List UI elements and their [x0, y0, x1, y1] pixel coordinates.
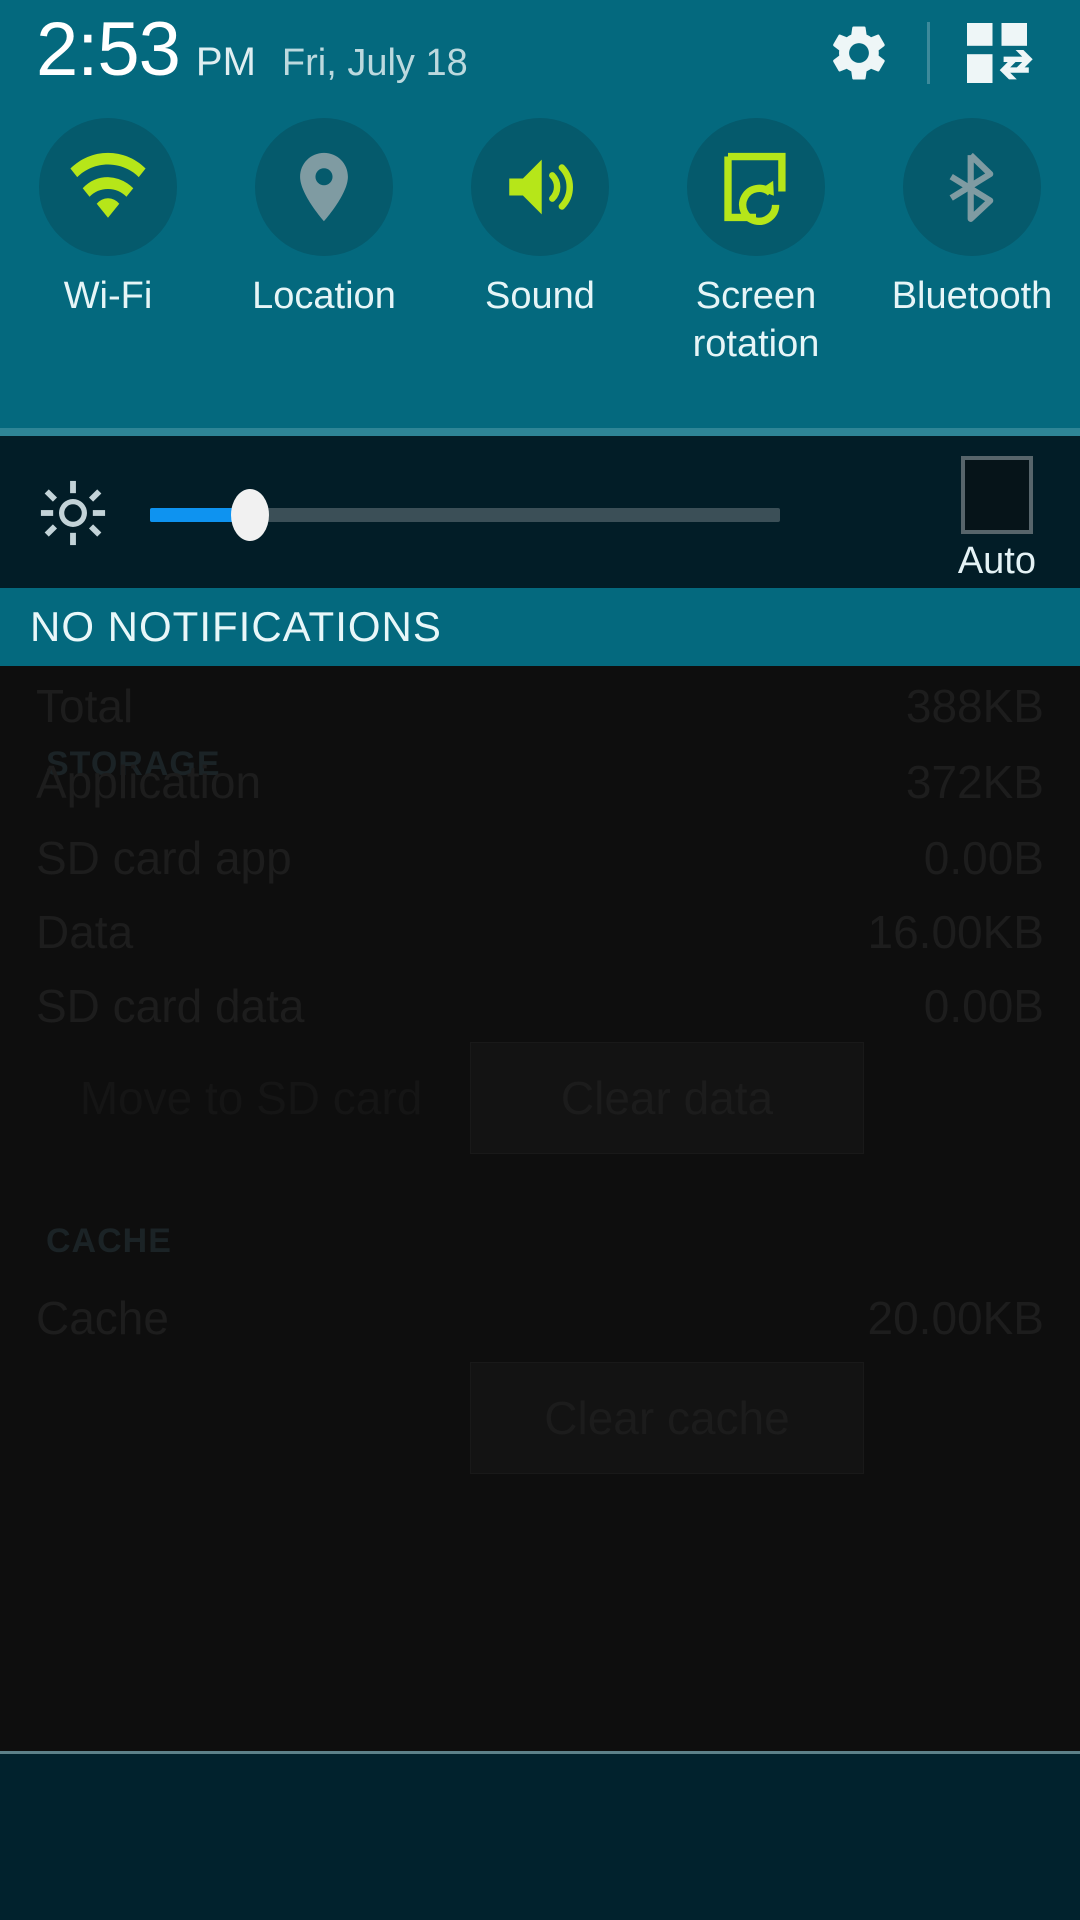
quick-settings-grid-icon: [967, 23, 1033, 83]
status-bar-separator: [927, 22, 930, 84]
clock: 2:53 PM Fri, July 18: [36, 8, 468, 105]
row-value: 20.00KB: [867, 1292, 1044, 1344]
toggle-circle: [255, 118, 393, 256]
wifi-icon: [70, 152, 146, 218]
footer-area: [0, 1754, 1080, 1920]
toggle-label: Bluetooth: [891, 275, 1053, 317]
row-value: 388KB: [905, 680, 1044, 732]
toggle-circle: [39, 118, 177, 256]
clock-date: Fri, July 18: [281, 42, 468, 84]
quick-toggle-sound[interactable]: Sound: [432, 118, 648, 398]
status-bar: 2:53 PM Fri, July 18: [0, 0, 1080, 108]
quick-toggle-wifi[interactable]: Wi-Fi: [0, 118, 216, 398]
row-key: Total: [36, 680, 134, 732]
row-key: Cache: [36, 1292, 169, 1344]
toggle-label: Screen rotation: [693, 272, 820, 368]
status-bar-actions: [815, 14, 1046, 92]
toggle-label: Location: [252, 275, 396, 317]
brightness-panel: Auto: [0, 436, 1080, 588]
clear-data-button[interactable]: Clear data: [470, 1042, 864, 1154]
edit-quick-settings-button[interactable]: [954, 14, 1046, 92]
row-key: SD card app: [36, 832, 292, 884]
auto-brightness-control[interactable]: Auto: [958, 456, 1036, 583]
clear-cache-button[interactable]: Clear cache: [470, 1362, 864, 1474]
toggle-label-line2: rotation: [692, 323, 820, 365]
gear-icon: [833, 26, 885, 80]
quick-toggle-location[interactable]: Location: [216, 118, 432, 398]
row-value: 16.00KB: [867, 906, 1044, 958]
cache-section-header: CACHE: [46, 1222, 172, 1260]
no-notifications-label: NO NOTIFICATIONS: [30, 603, 442, 650]
row-value: 0.00B: [923, 832, 1044, 884]
toggle-circle: [903, 118, 1041, 256]
clock-ampm: PM: [195, 40, 256, 84]
row-key: SD card data: [36, 980, 305, 1032]
bluetooth-icon: [949, 152, 994, 222]
table-row[interactable]: SD card data 0.00B: [0, 960, 1080, 1052]
quick-toggle-bluetooth[interactable]: Bluetooth: [864, 118, 1080, 398]
panel-separator: [0, 428, 1080, 436]
quick-toggle-row: Wi-Fi Location Sound Screen rotation Blu…: [0, 118, 1080, 398]
clock-time: 2:53: [36, 7, 181, 92]
toggle-label: Wi-Fi: [63, 275, 153, 317]
quick-toggle-screen-rotation[interactable]: Screen rotation: [648, 118, 864, 398]
table-row[interactable]: Cache 20.00KB: [0, 1272, 1080, 1364]
row-key: Data: [36, 906, 134, 958]
notifications-header: NO NOTIFICATIONS: [0, 588, 1080, 666]
row-value: 372KB: [905, 756, 1044, 808]
sound-speaker-icon: [509, 159, 573, 215]
brightness-slider[interactable]: [150, 489, 780, 541]
auto-brightness-label: Auto: [957, 540, 1036, 582]
settings-button[interactable]: [815, 14, 903, 92]
brightness-gear-icon[interactable]: [38, 478, 108, 548]
android-notification-shade: STORAGE Total 388KB Application 372KB SD…: [0, 0, 1080, 1920]
auto-brightness-checkbox[interactable]: [960, 456, 1033, 534]
location-pin-icon: [300, 152, 348, 222]
toggle-circle: [687, 118, 825, 256]
toggle-label-line1: Screen: [695, 275, 817, 317]
row-key: Application: [36, 756, 262, 808]
toggle-circle: [471, 118, 609, 256]
row-value: 0.00B: [923, 980, 1044, 1032]
screen-rotation-icon: [724, 152, 786, 225]
quick-settings-panel: 2:53 PM Fri, July 18 Wi-Fi Location Soun…: [0, 0, 1080, 428]
move-to-sd-card-button: Move to SD card: [79, 1072, 423, 1124]
slider-thumb[interactable]: [230, 489, 269, 541]
toggle-label: Sound: [485, 275, 595, 317]
